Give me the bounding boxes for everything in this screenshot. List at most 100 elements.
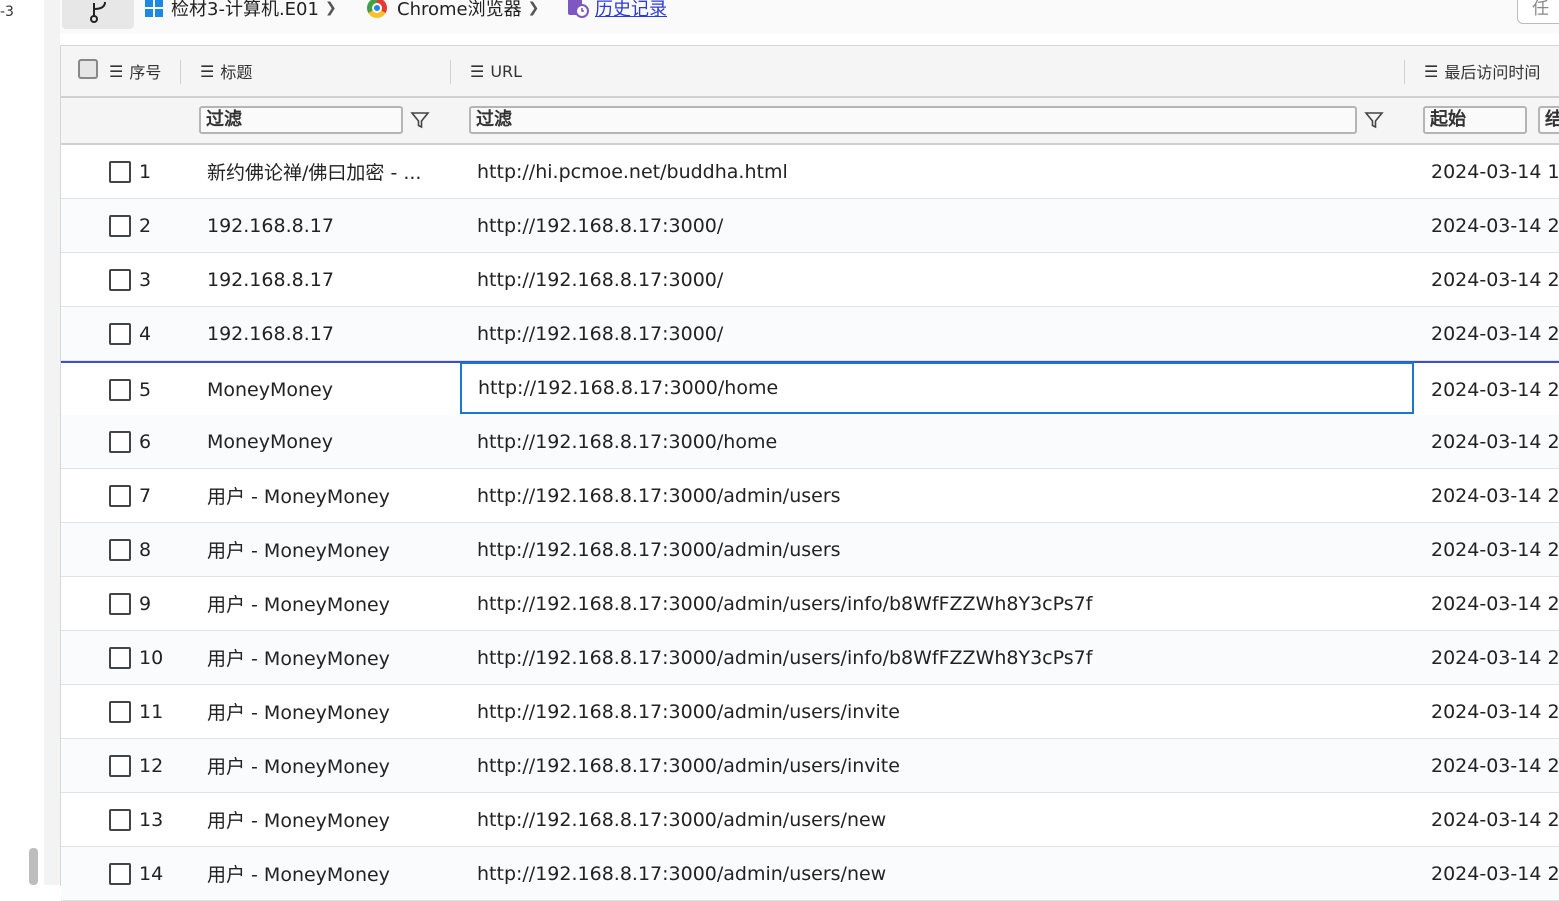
table-row[interactable]: 9 用户 - MoneyMoney http://192.168.8.17:3000… [61,577,1559,631]
column-resize-handle[interactable] [1404,60,1405,84]
row-checkbox[interactable] [109,378,131,401]
breadcrumb-item-evidence[interactable]: 检材3-计算机.E01 ❯ [145,0,337,21]
row-url[interactable]: http://192.168.8.17:3000/admin/users/new [477,847,1397,900]
row-url[interactable]: http://192.168.8.17:3000/admin/users [477,469,1397,522]
task-button[interactable]: 任 [1517,0,1559,24]
row-url[interactable]: http://192.168.8.17:3000/admin/users/inf… [477,577,1397,630]
row-checkbox[interactable] [109,646,131,669]
row-last-visit[interactable]: 2024-03-14 2 [1431,307,1559,360]
row-url[interactable]: http://192.168.8.17:3000/admin/users/new [477,793,1397,846]
table-row[interactable]: 13 用户 - MoneyMoney http://192.168.8.17:300… [61,793,1559,847]
row-index-cell[interactable]: 10 [109,631,199,684]
row-checkbox[interactable] [109,592,131,615]
row-checkbox[interactable] [109,862,131,885]
row-title[interactable]: MoneyMoney [207,415,447,468]
row-last-visit[interactable]: 2024-03-14 2 [1431,523,1559,576]
row-checkbox[interactable] [109,538,131,561]
row-last-visit[interactable]: 2024-03-14 2 [1431,363,1559,416]
row-title[interactable]: 新约佛论禅/佛曰加密 - ... [207,145,447,198]
column-header-url[interactable]: ☰ URL [470,46,522,96]
row-index-cell[interactable]: 4 [109,307,199,360]
table-row[interactable]: 12 用户 - MoneyMoney http://192.168.8.17:300… [61,739,1559,793]
table-row[interactable]: 1 新约佛论禅/佛曰加密 - ... http://hi.pcmoe.net/bud… [61,145,1559,199]
row-index-cell[interactable]: 11 [109,685,199,738]
row-index-cell[interactable]: 7 [109,469,199,522]
column-header-last-visit[interactable]: ☰ 最后访问时间 [1424,46,1540,96]
table-row[interactable]: 2 192.168.8.17 http://192.168.8.17:3000/20… [61,199,1559,253]
date-end-input[interactable]: 结 [1538,106,1559,134]
row-url[interactable]: http://192.168.8.17:3000/admin/users/inf… [477,631,1397,684]
row-title[interactable]: 用户 - MoneyMoney [207,523,447,576]
table-row[interactable]: 11 用户 - MoneyMoney http://192.168.8.17:300… [61,685,1559,739]
row-url[interactable]: http://hi.pcmoe.net/buddha.html [477,145,1397,198]
row-url[interactable]: http://192.168.8.17:3000/ [477,307,1397,360]
row-last-visit[interactable]: 2024-03-14 2 [1431,631,1559,684]
row-last-visit[interactable]: 2024-03-14 2 [1431,577,1559,630]
row-index-cell[interactable]: 1 [109,145,199,198]
row-index-cell[interactable]: 2 [109,199,199,252]
table-row[interactable]: 5 MoneyMoney http://192.168.8.17:3000/home… [61,361,1559,418]
row-checkbox[interactable] [109,430,131,453]
row-url[interactable]: http://192.168.8.17:3000/admin/users/inv… [477,739,1397,792]
breadcrumb-item-history[interactable]: 历史记录 [567,0,667,21]
row-checkbox[interactable] [109,322,131,345]
row-index-cell[interactable]: 14 [109,847,199,900]
row-url[interactable]: http://192.168.8.17:3000/ [477,253,1397,306]
row-index-cell[interactable]: 6 [109,415,199,468]
row-title[interactable]: 用户 - MoneyMoney [207,793,447,846]
row-last-visit[interactable]: 2024-03-14 2 [1431,469,1559,522]
gutter-scrollbar-thumb[interactable] [29,848,38,885]
row-index-cell[interactable]: 5 [109,363,199,416]
row-checkbox[interactable] [109,754,131,777]
date-start-input[interactable]: 起始 [1423,106,1527,134]
row-title[interactable]: 192.168.8.17 [207,253,447,306]
row-title[interactable]: 用户 - MoneyMoney [207,469,447,522]
row-last-visit[interactable]: 2024-03-14 1 [1431,145,1559,198]
url-filter-button[interactable] [1362,108,1386,132]
row-title[interactable]: 192.168.8.17 [207,307,447,360]
row-title[interactable]: 192.168.8.17 [207,199,447,252]
row-last-visit[interactable]: 2024-03-14 2 [1431,199,1559,252]
row-checkbox[interactable] [109,268,131,291]
row-last-visit[interactable]: 2024-03-14 2 [1431,685,1559,738]
row-title[interactable]: 用户 - MoneyMoney [207,847,447,900]
branch-tool-button[interactable] [62,0,134,29]
row-title[interactable]: 用户 - MoneyMoney [207,685,447,738]
row-index-cell[interactable]: 9 [109,577,199,630]
row-last-visit[interactable]: 2024-03-14 2 [1431,847,1559,900]
url-filter-input[interactable]: 过滤 [469,106,1357,134]
breadcrumb-item-chrome[interactable]: Chrome浏览器 ❯ [367,0,539,21]
select-all-checkbox[interactable] [78,59,98,79]
row-checkbox[interactable] [109,214,131,237]
row-index-cell[interactable]: 12 [109,739,199,792]
table-row[interactable]: 10 用户 - MoneyMoney http://192.168.8.17:300… [61,631,1559,685]
row-checkbox[interactable] [109,700,131,723]
row-index-cell[interactable]: 3 [109,253,199,306]
row-index-cell[interactable]: 8 [109,523,199,576]
row-url[interactable]: http://192.168.8.17:3000/admin/users/inv… [477,685,1397,738]
row-checkbox[interactable] [109,808,131,831]
row-last-visit[interactable]: 2024-03-14 2 [1431,739,1559,792]
row-last-visit[interactable]: 2024-03-14 2 [1431,793,1559,846]
table-row[interactable]: 6 MoneyMoney http://192.168.8.17:3000/home… [61,415,1559,469]
table-row[interactable]: 14 用户 - MoneyMoney http://192.168.8.17:300… [61,847,1559,901]
row-title[interactable]: MoneyMoney [207,363,447,416]
row-url[interactable]: http://192.168.8.17:3000/ [477,199,1397,252]
title-filter-input[interactable]: 过滤 [199,106,403,134]
row-last-visit[interactable]: 2024-03-14 2 [1431,253,1559,306]
row-title[interactable]: 用户 - MoneyMoney [207,631,447,684]
row-url[interactable]: http://192.168.8.17:3000/home [460,362,1414,414]
title-filter-button[interactable] [408,108,432,132]
row-url[interactable]: http://192.168.8.17:3000/home [477,415,1397,468]
column-resize-handle[interactable] [180,60,181,84]
column-resize-handle[interactable] [450,60,451,84]
table-row[interactable]: 7 用户 - MoneyMoney http://192.168.8.17:3000… [61,469,1559,523]
row-checkbox[interactable] [109,484,131,507]
row-index-cell[interactable]: 13 [109,793,199,846]
row-title[interactable]: 用户 - MoneyMoney [207,739,447,792]
row-checkbox[interactable] [109,160,131,183]
table-row[interactable]: 3 192.168.8.17 http://192.168.8.17:3000/20… [61,253,1559,307]
row-title[interactable]: 用户 - MoneyMoney [207,577,447,630]
column-header-title[interactable]: ☰ 标题 [200,46,252,96]
column-header-index[interactable]: ☰ 序号 [109,46,161,96]
